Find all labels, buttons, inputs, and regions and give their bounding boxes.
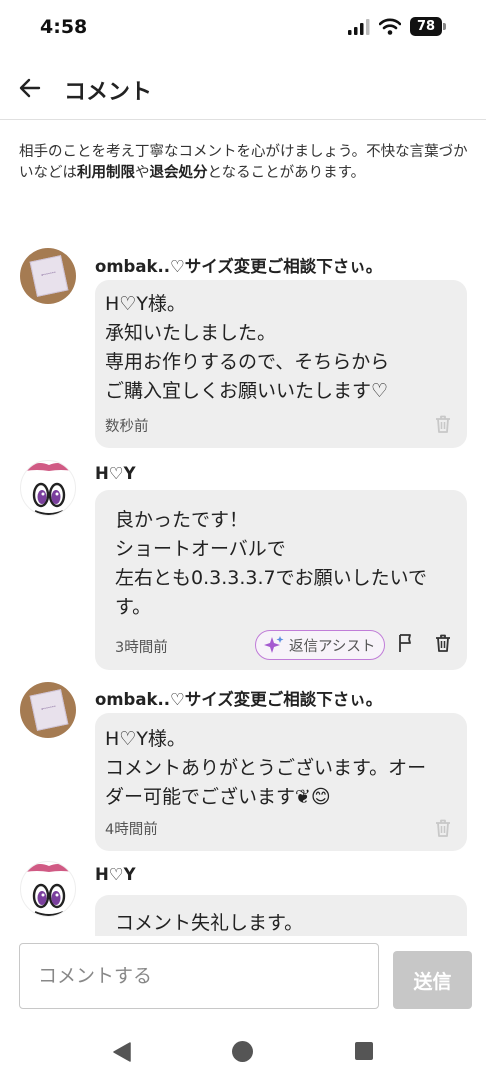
notice-bold-withdrawal: 退会処分: [149, 165, 208, 181]
wifi-icon: [379, 18, 401, 35]
comment-author[interactable]: ombak..♡サイズ変更ご相談下さぃ。: [95, 686, 382, 710]
comment-time: 4時間前: [105, 822, 158, 838]
status-icons: 78: [348, 17, 446, 36]
avatar[interactable]: [20, 682, 76, 738]
notice-text: や: [135, 165, 150, 181]
avatar[interactable]: [20, 861, 76, 917]
comment-text: H♡Y様。 承知いたしました。 専用お作りするので、そちらから ご購入宜しくお願…: [105, 293, 390, 402]
character-avatar-icon: [25, 864, 73, 916]
avatar[interactable]: [20, 248, 76, 304]
comment-bubble: H♡Y様。 コメントありがとうございます。オー ダー可能でございます❦😊 4時間…: [95, 713, 467, 851]
nav-back-icon[interactable]: [112, 1042, 132, 1062]
send-button[interactable]: 送信: [393, 951, 472, 1009]
trash-icon[interactable]: [434, 414, 452, 434]
comment-author[interactable]: H♡Y: [95, 865, 136, 884]
comment-author[interactable]: H♡Y: [95, 464, 136, 483]
back-button[interactable]: [14, 72, 46, 104]
avatar[interactable]: [20, 460, 76, 516]
page-title: コメント: [64, 80, 153, 105]
status-bar: 4:58 78: [0, 0, 486, 56]
comment-bubble: 良かったです！ ショートオーバルで 左右とも0.3.3.3.7でお願いしたいで …: [95, 490, 467, 670]
arrow-left-icon: [19, 78, 41, 98]
trash-icon[interactable]: [434, 818, 452, 838]
nav-recents-icon[interactable]: [355, 1042, 373, 1060]
battery-icon: 78: [410, 17, 446, 36]
status-time: 4:58: [40, 16, 88, 38]
notice-bold-usage-restriction: 利用制限: [77, 165, 135, 181]
comment-text: H♡Y様。 コメントありがとうございます。オー ダー可能でございます❦😊: [105, 728, 427, 808]
comment-author[interactable]: ombak..♡サイズ変更ご相談下さぃ。: [95, 253, 382, 277]
signal-icon: [348, 18, 370, 35]
reply-assist-label: 返信アシスト: [289, 638, 376, 655]
trash-icon[interactable]: [434, 633, 452, 653]
battery-level: 78: [410, 17, 442, 36]
character-avatar-icon: [25, 463, 73, 515]
comment-list[interactable]: ombak..♡サイズ変更ご相談下さぃ。 H♡Y様。 承知いたしました。 専用お…: [0, 234, 486, 936]
comment-bubble: コメント失礼します。: [95, 895, 467, 936]
comment-bubble: H♡Y様。 承知いたしました。 専用お作りするので、そちらから ご購入宜しくお願…: [95, 280, 467, 448]
comment-guideline-notice: 相手のことを考え丁寧なコメントを心がけましょう。不快な言葉づかいなどは利用制限や…: [19, 142, 469, 184]
comment-input-bar: 送信: [0, 936, 486, 1022]
flag-icon[interactable]: [397, 633, 415, 653]
nav-home-icon[interactable]: [232, 1041, 253, 1062]
sparkle-icon: [264, 636, 284, 653]
header: コメント: [0, 56, 486, 120]
comment-input[interactable]: [19, 943, 379, 1009]
notice-text: となることがあります。: [207, 165, 366, 181]
comment-text: コメント失礼します。: [115, 912, 304, 934]
system-nav-bar: [0, 1022, 486, 1080]
comment-time: 3時間前: [115, 640, 168, 656]
comment-time: 数秒前: [105, 419, 149, 435]
reply-assist-button[interactable]: 返信アシスト: [255, 630, 386, 660]
comment-text: 良かったです！ ショートオーバルで 左右とも0.3.3.3.7でお願いしたいで …: [115, 509, 428, 618]
